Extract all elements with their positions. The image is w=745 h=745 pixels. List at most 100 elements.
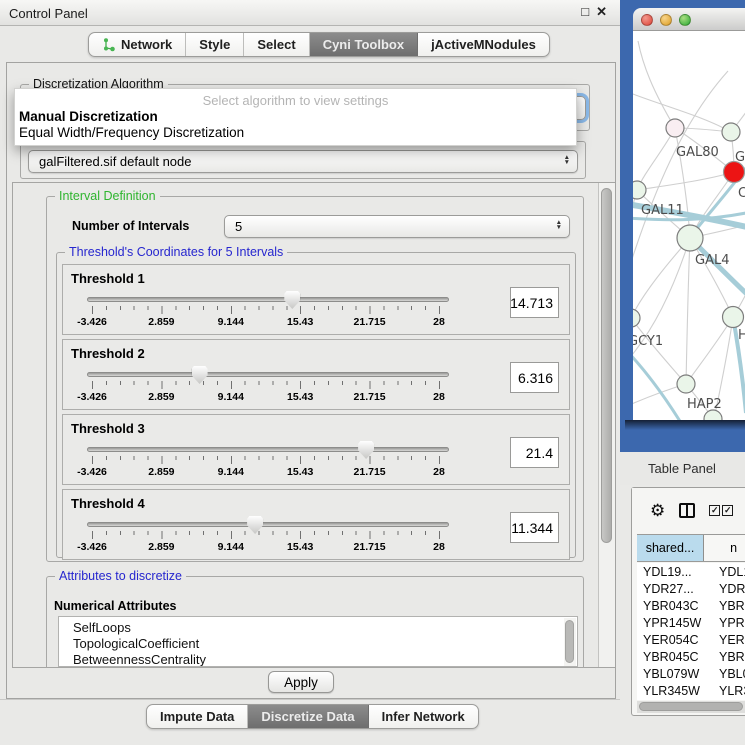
popup-prompt: Select algorithm to view settings	[15, 89, 576, 109]
attributes-group-title: Attributes to discretize	[55, 569, 186, 583]
panel-scrollbar-thumb[interactable]	[601, 188, 612, 543]
table-data-combobox[interactable]: galFiltered.sif default node	[28, 150, 578, 173]
table-row[interactable]: YBR043CYBR0	[637, 597, 745, 614]
columns-icon[interactable]	[679, 503, 695, 518]
table-row[interactable]: YIL052CYIL0	[637, 699, 745, 700]
top-tab-bar: Network Style Select Cyni Toolbox jActiv…	[88, 32, 550, 57]
window-shadow	[625, 420, 745, 430]
checkbox-checked-icon[interactable]	[722, 505, 733, 516]
node-ga[interactable]	[722, 123, 740, 141]
divider	[0, 699, 620, 700]
close-traffic-light-icon[interactable]	[641, 14, 653, 26]
tab-impute-data[interactable]: Impute Data	[147, 705, 248, 728]
float-window-icon[interactable]: □	[581, 4, 589, 20]
threshold-4-panel: Threshold 4 -3.4262.8599.14415.4321.7152…	[62, 489, 570, 560]
list-item[interactable]: SelfLoops	[73, 620, 577, 636]
numerical-attributes-list: SelfLoops TopologicalCoefficient Between…	[58, 616, 578, 667]
threshold-1-slider[interactable]: -3.4262.8599.14415.4321.71528	[87, 291, 449, 329]
node-gal80[interactable]	[666, 119, 684, 137]
numerical-attributes-label: Numerical Attributes	[54, 599, 176, 613]
slider-ticks	[92, 456, 440, 465]
table-row[interactable]: YBR045CYBR0	[637, 648, 745, 665]
table-row[interactable]: YPR145WYPR1	[637, 614, 745, 631]
slider-track	[87, 447, 449, 452]
table-row[interactable]: YER054CYER0	[637, 631, 745, 648]
threshold-3-value-field[interactable]: 21.4	[510, 437, 559, 468]
interval-definition-title: Interval Definition	[55, 189, 160, 203]
threshold-1-panel: Threshold 1 -3.4262.8599.14415.4321.7152…	[62, 264, 570, 335]
node-gal4[interactable]	[677, 225, 703, 251]
panel-title: Control Panel	[9, 6, 88, 21]
node-h[interactable]	[723, 307, 744, 328]
combo-stepper-icon	[564, 155, 570, 165]
gear-icon[interactable]: ⚙	[650, 502, 665, 519]
tab-jactivemnodules[interactable]: jActiveMNodules	[418, 33, 549, 56]
zoom-traffic-light-icon[interactable]	[679, 14, 691, 26]
thresholds-group-title: Threshold's Coordinates for 5 Intervals	[65, 245, 287, 259]
slider-tick-labels: -3.4262.8599.14415.4321.71528	[92, 391, 440, 403]
close-panel-icon[interactable]: ✕	[596, 4, 607, 20]
tab-style[interactable]: Style	[186, 33, 244, 56]
tab-network[interactable]: Network	[89, 33, 186, 56]
node-gal11[interactable]	[633, 181, 646, 199]
tab-select[interactable]: Select	[244, 33, 309, 56]
slider-track	[87, 372, 449, 377]
table-toolbar: ⚙	[632, 488, 745, 532]
table-panel-title: Table Panel	[648, 461, 716, 476]
slider-track	[87, 297, 449, 302]
threshold-3-panel: Threshold 3 -3.4262.8599.14415.4321.7152…	[62, 414, 570, 485]
list-scrollbar-thumb[interactable]	[565, 620, 574, 663]
node-gcy1[interactable]	[633, 309, 640, 327]
screen: Control Panel □ ✕ Network Style Select C…	[0, 0, 745, 745]
threshold-4-label: Threshold 4	[71, 496, 145, 511]
threshold-2-panel: Threshold 2 -3.4262.8599.14415.4321.7152…	[62, 339, 570, 410]
table-horizontal-scrollbar[interactable]	[637, 701, 745, 713]
num-intervals-value: 5	[235, 219, 242, 234]
checkbox-icons	[709, 505, 733, 516]
control-panel: Control Panel □ ✕ Network Style Select C…	[0, 0, 620, 745]
slider-ticks	[92, 531, 440, 540]
threshold-3-label: Threshold 3	[71, 421, 145, 436]
table-row[interactable]: YDL19...YDL1	[637, 563, 745, 580]
tab-discretize-data[interactable]: Discretize Data	[248, 705, 368, 728]
svg-text:GAL80: GAL80	[676, 145, 719, 160]
table-panel-window: ⚙ shared... n YDL19...YDL1 YDR27...YDR2 …	[631, 487, 745, 716]
panel-scrollbar[interactable]	[598, 183, 615, 667]
popup-item-equal-width-frequency[interactable]: Equal Width/Frequency Discretization	[15, 125, 576, 141]
table-row[interactable]: YDR27...YDR2	[637, 580, 745, 597]
table-row[interactable]: YLR345WYLR3	[637, 682, 745, 699]
threshold-1-value-field[interactable]: 14.713	[510, 287, 559, 318]
num-intervals-combobox[interactable]: 5	[224, 215, 570, 238]
bottom-tab-bar: Impute Data Discretize Data Infer Networ…	[146, 704, 479, 729]
svg-text:HAP2: HAP2	[687, 397, 722, 412]
tab-infer-network[interactable]: Infer Network	[369, 705, 478, 728]
popup-item-manual-discretization[interactable]: Manual Discretization	[15, 109, 576, 125]
column-header-name[interactable]: n	[704, 535, 745, 561]
combo-stepper-icon	[556, 220, 562, 230]
network-view-canvas[interactable]: GAL80 GA C GAL11 GAL4 GCY1 H HAP2	[633, 31, 745, 420]
slider-tick-labels: -3.4262.8599.14415.4321.71528	[92, 541, 440, 553]
threshold-2-label: Threshold 2	[71, 346, 145, 361]
column-header-shared-name[interactable]: shared...	[637, 535, 704, 561]
minimize-traffic-light-icon[interactable]	[660, 14, 672, 26]
table-scrollbar-thumb[interactable]	[639, 702, 743, 711]
checkbox-checked-icon[interactable]	[709, 505, 720, 516]
threshold-3-slider[interactable]: -3.4262.8599.14415.4321.71528	[87, 441, 449, 479]
table-row[interactable]: YBL079WYBL0	[637, 665, 745, 682]
algorithm-popup: Select algorithm to view settings Manual…	[14, 88, 577, 146]
threshold-4-slider[interactable]: -3.4262.8599.14415.4321.71528	[87, 516, 449, 554]
threshold-2-value-field[interactable]: 6.316	[510, 362, 559, 393]
threshold-2-slider[interactable]: -3.4262.8599.14415.4321.71528	[87, 366, 449, 404]
table-header-row: shared... n	[637, 534, 745, 562]
list-item[interactable]: BetweennessCentrality	[73, 652, 577, 667]
table-data-value: galFiltered.sif default node	[39, 154, 191, 169]
tab-cyni-toolbox[interactable]: Cyni Toolbox	[310, 33, 418, 56]
apply-button[interactable]: Apply	[268, 671, 334, 693]
list-scrollbar[interactable]	[564, 618, 576, 666]
slider-tick-labels: -3.4262.8599.14415.4321.71528	[92, 466, 440, 478]
list-item[interactable]: TopologicalCoefficient	[73, 636, 577, 652]
threshold-4-value-field[interactable]: 11.344	[510, 512, 559, 543]
svg-text:H: H	[738, 328, 745, 343]
network-window-titlebar	[633, 8, 745, 31]
node-hap2[interactable]	[677, 375, 695, 393]
